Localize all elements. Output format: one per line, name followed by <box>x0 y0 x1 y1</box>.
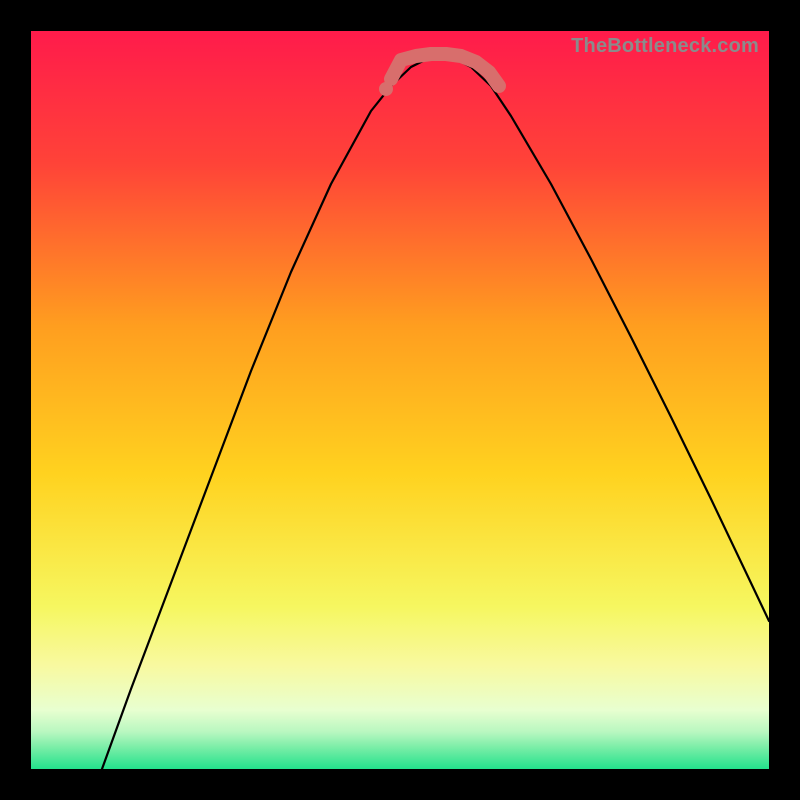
outer-frame: TheBottleneck.com <box>0 0 800 800</box>
watermark-label: TheBottleneck.com <box>571 35 759 58</box>
plot-area: TheBottleneck.com <box>31 31 769 769</box>
bottleneck-curve <box>31 31 769 769</box>
